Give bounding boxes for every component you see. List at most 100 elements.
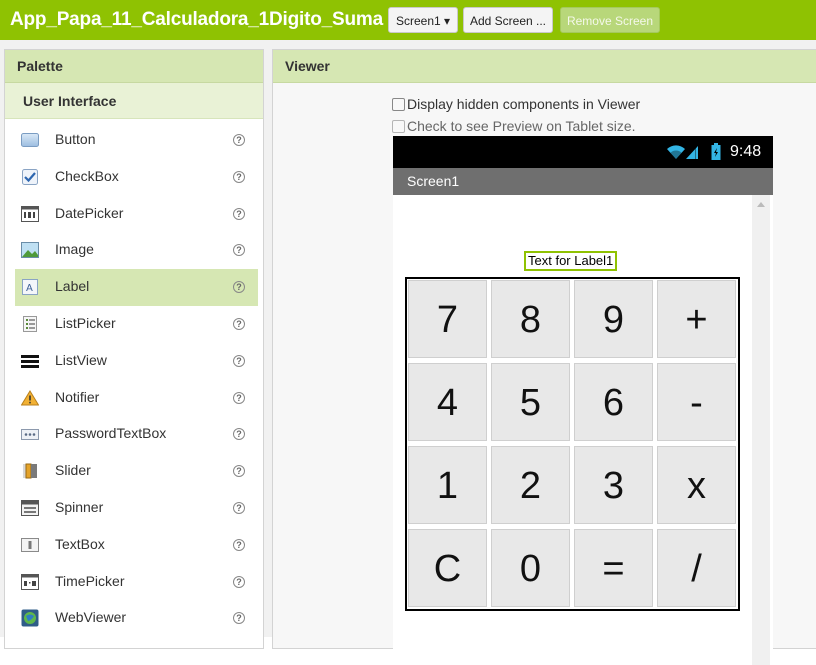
palette-item-label: PasswordTextBox: [55, 425, 167, 442]
palette-item-button[interactable]: Button ?: [15, 122, 258, 159]
status-time: 9:48: [730, 143, 762, 160]
palette-item-label: CheckBox: [55, 167, 119, 184]
calc-button-8[interactable]: 8: [491, 280, 570, 358]
tablet-preview-label: Check to see Preview on Tablet size.: [407, 118, 636, 134]
help-icon[interactable]: ?: [233, 134, 245, 146]
calc-button-9[interactable]: 9: [574, 280, 653, 358]
palette-item-notifier[interactable]: Notifier ?: [15, 380, 258, 417]
calculator-table: 7 8 9 + 4 5 6 - 1 2 3 x C 0 = /: [405, 277, 740, 611]
add-screen-button[interactable]: Add Screen ...: [463, 7, 553, 33]
help-icon[interactable]: ?: [233, 317, 245, 330]
palette-item-label: Notifier: [55, 388, 100, 405]
screen-title-bar: Screen1: [393, 168, 773, 195]
palette-item-label: ListView: [55, 351, 107, 368]
help-icon[interactable]: ?: [233, 612, 245, 625]
palette-item-label: TextBox: [55, 535, 105, 552]
scroll-up-arrow-icon[interactable]: [757, 202, 765, 207]
hidden-components-checkbox[interactable]: [392, 97, 405, 111]
palette-item-label: DatePicker: [55, 204, 124, 221]
phone-preview: 9:48 Screen1 Text for Label1 7 8 9 + 4 5…: [393, 136, 773, 665]
calc-button-clear[interactable]: C: [408, 529, 487, 607]
remove-screen-button[interactable]: Remove Screen: [560, 7, 660, 33]
palette-item-label: TimePicker: [55, 572, 125, 589]
help-icon[interactable]: ?: [233, 354, 245, 367]
palette-item-textbox[interactable]: TextBox ?: [15, 527, 258, 564]
tablet-preview-option[interactable]: Check to see Preview on Tablet size.: [392, 118, 636, 134]
button-icon: [21, 131, 39, 149]
spinner-icon: [21, 499, 39, 517]
palette-item-passwordtextbox[interactable]: PasswordTextBox ?: [15, 416, 258, 453]
help-icon[interactable]: ?: [233, 538, 245, 551]
help-icon[interactable]: ?: [233, 207, 245, 220]
calc-button-5[interactable]: 5: [491, 363, 570, 441]
screen-select-dropdown[interactable]: Screen1 ▾: [388, 7, 458, 33]
datepicker-icon: [21, 205, 39, 223]
slider-icon: [21, 462, 39, 480]
help-icon[interactable]: ?: [233, 575, 245, 588]
calc-button-3[interactable]: 3: [574, 446, 653, 524]
globe-icon: [21, 609, 39, 627]
calc-button-1[interactable]: 1: [408, 446, 487, 524]
label1-component[interactable]: Text for Label1: [524, 251, 618, 271]
viewer-title: Viewer: [273, 50, 816, 83]
palette-item-label: ListPicker: [55, 314, 116, 331]
calc-button-divide[interactable]: /: [657, 529, 736, 607]
palette-category-user-interface[interactable]: User Interface: [5, 83, 263, 119]
label-icon: A: [21, 278, 39, 296]
palette-item-label: Slider: [55, 462, 91, 479]
palette-item-listpicker[interactable]: ListPicker ?: [15, 306, 258, 343]
scrollbar[interactable]: [752, 195, 770, 665]
listpicker-icon: [21, 315, 39, 333]
palette-item-label: WebViewer: [55, 609, 127, 626]
palette-item-label: Image: [55, 241, 94, 258]
calc-button-multiply[interactable]: x: [657, 446, 736, 524]
palette-item-label: Button: [55, 131, 96, 147]
help-icon[interactable]: ?: [233, 170, 245, 183]
screen-title: Screen1: [407, 173, 460, 189]
calc-button-plus[interactable]: +: [657, 280, 736, 358]
tablet-preview-checkbox[interactable]: [392, 119, 405, 133]
palette-item-label-selected[interactable]: A Label ?: [15, 269, 258, 306]
help-icon[interactable]: ?: [233, 244, 245, 257]
palette-item-spinner[interactable]: Spinner ?: [15, 490, 258, 527]
wifi-icon: [665, 144, 687, 165]
palette-list: Button ? CheckBox ? DatePicker ? Image ?: [15, 122, 258, 637]
image-icon: [21, 241, 39, 259]
calc-button-7[interactable]: 7: [408, 280, 487, 358]
calc-button-equals[interactable]: =: [574, 529, 653, 607]
textbox-icon: [21, 536, 39, 554]
listview-icon: [21, 352, 39, 370]
palette-title: Palette: [5, 50, 263, 83]
help-icon[interactable]: ?: [233, 281, 245, 294]
help-icon[interactable]: ?: [233, 465, 245, 478]
palette-item-slider[interactable]: Slider ?: [15, 453, 258, 490]
palette-item-label: Label: [55, 278, 90, 295]
help-icon[interactable]: ?: [233, 501, 245, 514]
battery-icon: [711, 143, 721, 166]
palette-item-datepicker[interactable]: DatePicker ?: [15, 196, 258, 233]
hidden-components-label: Display hidden components in Viewer: [407, 96, 641, 112]
warning-icon: [21, 389, 39, 407]
status-bar: 9:48: [393, 136, 773, 168]
calc-button-minus[interactable]: -: [657, 363, 736, 441]
password-field-icon: [21, 425, 39, 443]
svg-text:A: A: [26, 283, 33, 294]
calc-button-6[interactable]: 6: [574, 363, 653, 441]
calc-button-0[interactable]: 0: [491, 529, 570, 607]
checkbox-icon: [21, 168, 39, 186]
palette-item-label: Spinner: [55, 498, 104, 515]
top-bar: App_Papa_11_Calculadora_1Digito_Suma Scr…: [0, 0, 816, 40]
palette-item-checkbox[interactable]: CheckBox ?: [15, 159, 258, 196]
hidden-components-option[interactable]: Display hidden components in Viewer: [392, 96, 640, 112]
calc-button-2[interactable]: 2: [491, 446, 570, 524]
palette-item-listview[interactable]: ListView ?: [15, 343, 258, 380]
palette-item-timepicker[interactable]: TimePicker ?: [15, 564, 258, 601]
calc-button-4[interactable]: 4: [408, 363, 487, 441]
app-title: App_Papa_11_Calculadora_1Digito_Suma: [10, 9, 383, 30]
palette-item-webviewer[interactable]: WebViewer ?: [15, 600, 258, 637]
help-icon[interactable]: ?: [233, 428, 245, 441]
palette-item-image[interactable]: Image ?: [15, 232, 258, 269]
palette-panel: Palette User Interface Button ? CheckBox…: [4, 49, 264, 649]
help-icon[interactable]: ?: [233, 391, 245, 404]
timepicker-icon: [21, 573, 39, 591]
